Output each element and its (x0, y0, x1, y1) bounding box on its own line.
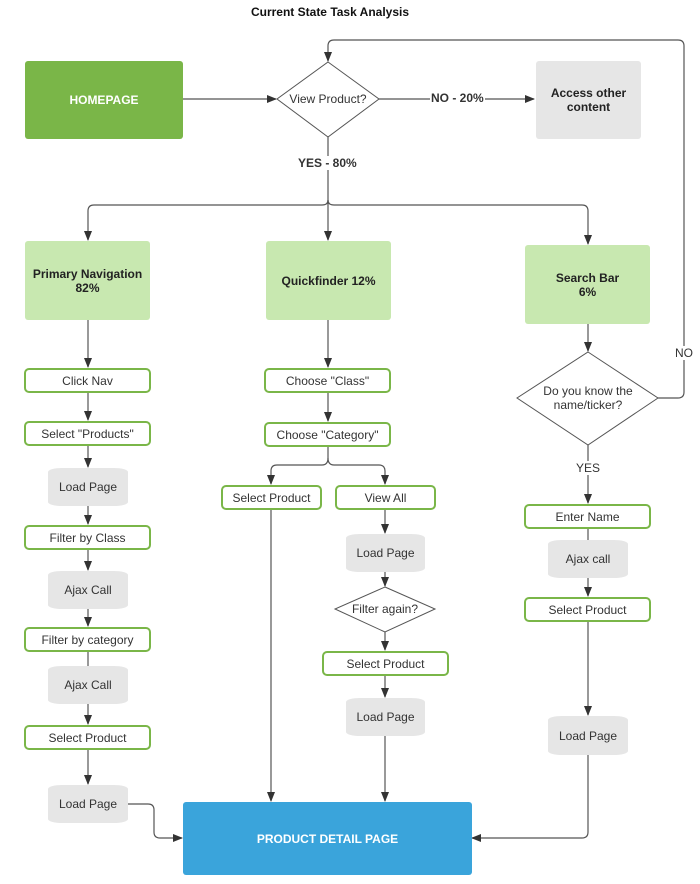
search-step-enter-name: Enter Name (524, 504, 651, 529)
edge-label-no: NO (674, 346, 694, 360)
homepage-label: HOMEPAGE (69, 93, 139, 107)
search-bar-node: Search Bar 6% (525, 245, 650, 324)
diagram-title: Current State Task Analysis (250, 5, 410, 19)
search-decision-label: Do you know the name/ticker? (543, 384, 633, 412)
qf-step-choose-class: Choose "Class" (264, 368, 391, 393)
qf-view-all-load-page-2: Load Page (346, 698, 425, 736)
access-other-label: Access other content (550, 86, 627, 114)
nav-step-filter-by-class: Filter by Class (24, 525, 151, 550)
nav-step-click-nav: Click Nav (24, 368, 151, 393)
quickfinder-node: Quickfinder 12% (266, 241, 391, 320)
homepage-node: HOMEPAGE (25, 61, 183, 139)
primary-navigation-node: Primary Navigation 82% (25, 241, 150, 320)
search-step-select-product: Select Product (524, 597, 651, 622)
search-step-load-page: Load Page (548, 716, 628, 755)
quickfinder-label: Quickfinder 12% (281, 273, 376, 288)
edge-search-to-pdp (471, 755, 589, 842)
nav-step-ajax-call-1: Ajax Call (48, 571, 128, 609)
qf-view-all-select-product: Select Product (322, 651, 449, 676)
primary-navigation-label: Primary Navigation 82% (32, 266, 143, 295)
nav-step-load-page: Load Page (48, 468, 128, 506)
nav-step-filter-by-category: Filter by category (24, 627, 151, 652)
edge-nav-to-pdp (127, 803, 183, 842)
nav-step-select-product: Select Product (24, 725, 151, 750)
qf-step-choose-category: Choose "Category" (264, 422, 391, 447)
qf-filter-again-decision: Filter again? (351, 602, 419, 616)
search-step-ajax-call: Ajax call (548, 540, 628, 578)
edge-yes-left (84, 199, 329, 241)
search-bar-label: Search Bar 6% (555, 270, 620, 299)
edge-label-yes-80: YES - 80% (297, 156, 358, 170)
nav-step-ajax-call-2: Ajax Call (48, 666, 128, 704)
edge-label-yes: YES (575, 461, 602, 475)
edge-label-no-20: NO - 20% (430, 91, 485, 105)
view-product-decision: View Product? (289, 92, 367, 106)
nav-step-select-products: Select "Products" (24, 421, 151, 446)
access-other-content-node: Access other content (536, 61, 641, 139)
product-detail-label: PRODUCT DETAIL PAGE (256, 831, 399, 846)
qf-step-select-product: Select Product (221, 485, 322, 510)
product-detail-page-node: PRODUCT DETAIL PAGE (183, 802, 472, 875)
qf-view-all-load-page: Load Page (346, 534, 425, 572)
qf-step-view-all: View All (335, 485, 436, 510)
edge-yes-right (327, 199, 592, 245)
nav-step-load-page-2: Load Page (48, 785, 128, 823)
